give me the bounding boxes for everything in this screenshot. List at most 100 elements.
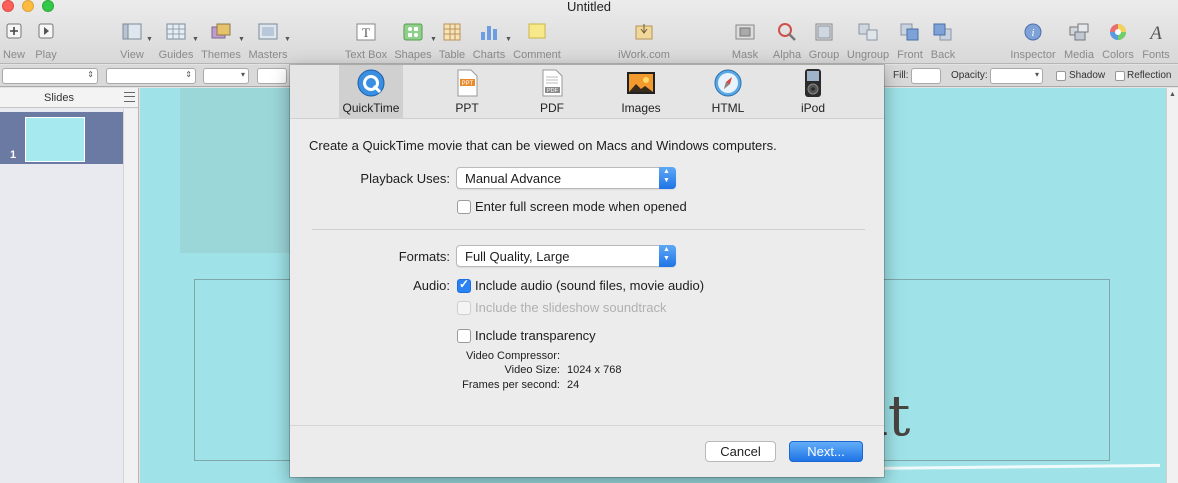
sheet-footer-divider	[290, 425, 884, 426]
paragraph-style-stepper-icon: ⇕	[87, 70, 94, 79]
slides-sidebar-header: Slides	[0, 88, 138, 108]
toolbar-play-button[interactable]: Play	[16, 22, 76, 62]
opacity-label: Opacity:	[951, 70, 988, 81]
guides-icon	[166, 23, 186, 40]
reflection-checkbox[interactable]	[1115, 71, 1125, 81]
playback-uses-popup[interactable]: Manual Advance	[456, 167, 676, 189]
group-icon	[815, 23, 833, 41]
tab-quicktime-label: QuickTime	[342, 101, 400, 115]
fill-color-well[interactable]	[911, 68, 941, 84]
tab-pdf[interactable]: PDF PDF	[520, 65, 584, 119]
frames-per-second-label: Frames per second:	[462, 379, 560, 391]
formats-popup[interactable]: Full Quality, Large	[456, 245, 676, 267]
fullscreen-label[interactable]: Enter full screen mode when opened	[475, 199, 687, 214]
frames-per-second-value: 24	[567, 379, 580, 391]
play-icon	[38, 23, 54, 39]
opacity-chevron-icon: ▾	[1034, 70, 1039, 79]
tab-ipod-label: iPod	[800, 101, 826, 115]
formats-label: Formats:	[398, 249, 450, 264]
mask-icon	[735, 24, 755, 40]
character-style-select[interactable]: ⇕	[106, 68, 196, 84]
formats-stepper-icon	[659, 245, 676, 267]
comment-icon	[528, 23, 546, 39]
next-button[interactable]: Next...	[789, 441, 863, 462]
images-icon	[627, 72, 655, 94]
fonts-icon: A	[1148, 23, 1162, 42]
export-description: Create a QuickTime movie that can be vie…	[309, 138, 777, 153]
slides-sidebar-title: Slides	[44, 92, 74, 104]
toolbar-fonts-label: Fonts	[1142, 49, 1170, 61]
html-icon	[714, 69, 742, 97]
masters-chevron-down-icon: ▼	[284, 36, 291, 43]
paragraph-style-select[interactable]: ⇕	[2, 68, 98, 84]
toolbar-back-label: Back	[930, 49, 956, 61]
themes-icon	[211, 23, 231, 39]
playback-uses-stepper-icon	[659, 167, 676, 189]
tab-ppt[interactable]: PPT PPT	[435, 65, 499, 119]
back-icon	[933, 23, 952, 41]
playback-uses-value: Manual Advance	[465, 171, 562, 186]
sidebar-scrollbar[interactable]	[123, 109, 138, 483]
window-title: Untitled	[566, 0, 612, 14]
tab-images[interactable]: Images	[609, 65, 673, 119]
video-size-value: 1024 x 768	[567, 364, 622, 376]
shadow-label: Shadow	[1069, 70, 1106, 81]
export-sheet: QuickTime PPT PPT PDF PDF Images HTML iP…	[290, 65, 884, 477]
pdf-icon: PDF	[542, 69, 563, 97]
slide-brush-texture	[180, 88, 300, 253]
toolbar-iwork-button[interactable]: iWork.com	[614, 22, 674, 62]
video-compressor-label: Video Compressor:	[466, 350, 560, 362]
tab-pdf-label: PDF	[540, 101, 564, 115]
slides-sidebar: Slides 1	[0, 88, 139, 483]
masters-icon	[258, 23, 278, 40]
toolbar-back-button[interactable]: Back	[913, 22, 973, 62]
character-style-stepper-icon: ⇕	[185, 70, 192, 79]
iwork-icon	[635, 24, 653, 40]
shapes-icon	[403, 23, 423, 41]
charts-icon	[481, 26, 497, 40]
slide-number: 1	[10, 149, 17, 161]
toolbar-comment-button[interactable]: Comment	[507, 22, 567, 62]
ipod-icon	[805, 69, 821, 97]
font-size-select[interactable]: ▾	[203, 68, 249, 84]
canvas-scrollbar[interactable]	[1166, 88, 1178, 483]
include-soundtrack-checkbox	[457, 301, 471, 315]
ppt-icon: PPT	[457, 69, 478, 97]
tab-images-label: Images	[621, 101, 661, 115]
fullscreen-checkbox[interactable]	[457, 200, 471, 214]
media-icon	[1069, 23, 1089, 41]
window-toolbar: Untitled New Play ▼ View ▼ Guides ▼ Them…	[0, 0, 1178, 64]
toolbar-play-label: Play	[35, 49, 57, 61]
opacity-select[interactable]: ▾	[990, 68, 1043, 84]
include-transparency-checkbox[interactable]	[457, 329, 471, 343]
include-audio-label[interactable]: Include audio (sound files, movie audio)	[475, 278, 704, 293]
svg-text:A: A	[1148, 23, 1162, 42]
section-divider	[312, 229, 865, 230]
svg-text:PDF: PDF	[547, 88, 559, 94]
audio-label: Audio:	[413, 278, 450, 293]
toolbar-comment-label: Comment	[513, 49, 561, 61]
fill-label: Fill:	[893, 70, 909, 81]
text-box-icon: T	[356, 23, 376, 41]
tab-ipod[interactable]: iPod	[781, 65, 845, 119]
slide-thumbnail[interactable]	[25, 117, 85, 162]
include-transparency-label[interactable]: Include transparency	[475, 328, 596, 343]
video-size-label: Video Size:	[504, 364, 560, 376]
include-soundtrack-label: Include the slideshow soundtrack	[475, 300, 667, 315]
text-color-well[interactable]	[257, 68, 287, 84]
cancel-button[interactable]: Cancel	[705, 441, 776, 462]
toolbar-masters-button[interactable]: ▼ Masters	[238, 22, 298, 62]
svg-text:T: T	[362, 25, 370, 40]
svg-text:PPT: PPT	[462, 81, 474, 87]
inspector-icon: i	[1024, 23, 1042, 41]
include-audio-checkbox[interactable]	[457, 277, 471, 293]
tab-quicktime[interactable]: QuickTime	[339, 65, 403, 119]
ungroup-icon	[858, 23, 878, 41]
quicktime-icon	[357, 69, 385, 97]
tab-html[interactable]: HTML	[696, 65, 760, 119]
sidebar-menu-icon[interactable]	[124, 92, 135, 102]
slide-navigator-item[interactable]: 1	[0, 112, 123, 164]
toolbar-fonts-button[interactable]: A Fonts	[1126, 22, 1178, 62]
tab-ppt-label: PPT	[455, 101, 479, 115]
shadow-checkbox[interactable]	[1056, 71, 1066, 81]
